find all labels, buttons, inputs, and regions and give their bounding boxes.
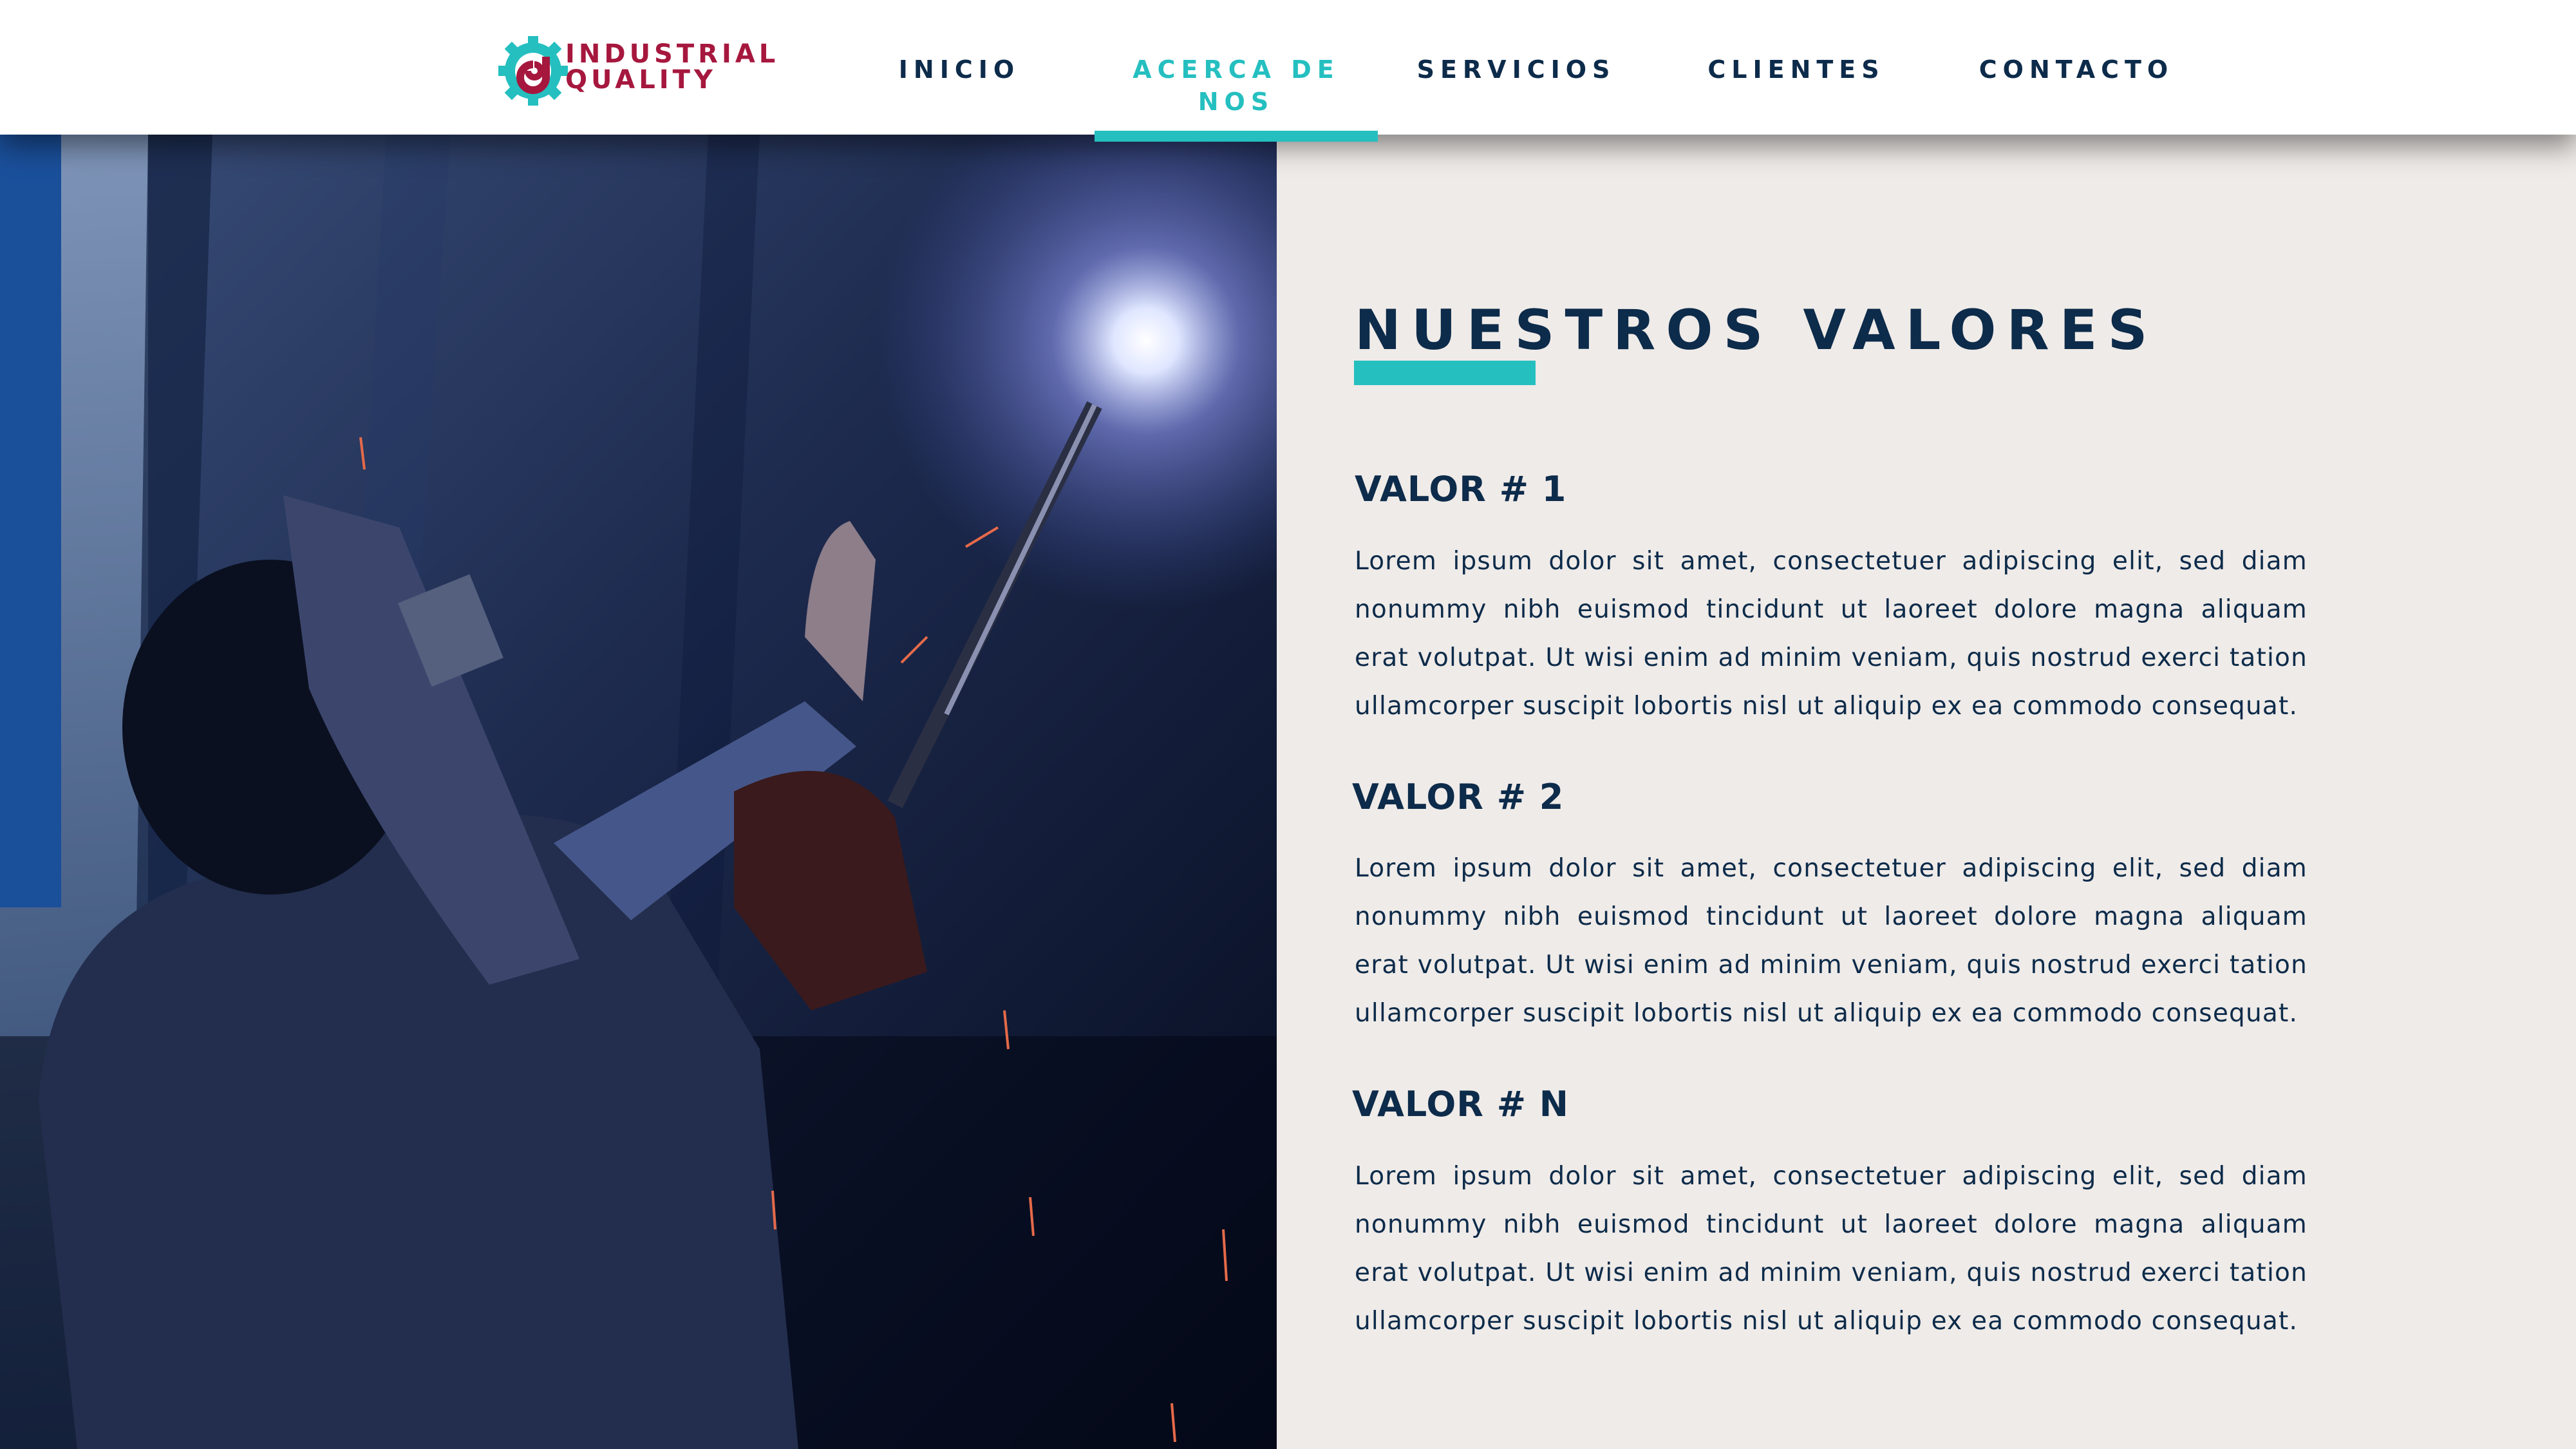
welder-photo	[0, 135, 1277, 1449]
value-title-n: VALOR # N	[1352, 1083, 1569, 1124]
value-text-2: Lorem ipsum dolor sit amet, consectetuer…	[1355, 854, 2308, 1028]
value-text-1: Lorem ipsum dolor sit amet, consectetuer…	[1355, 547, 2308, 721]
brand-line-2: QUALITY	[565, 65, 717, 95]
gear-logo-icon	[498, 36, 568, 106]
nav-item-clientes[interactable]: CLIENTES	[1687, 53, 1906, 86]
value-text-n: Lorem ipsum dolor sit amet, consectetuer…	[1355, 1162, 2308, 1336]
welder-illustration	[0, 135, 1277, 1449]
value-title-2: VALOR # 2	[1352, 776, 1565, 817]
top-navbar: INDUSTRIAL QUALITY INICIO ACERCA DE NOS …	[0, 0, 2576, 135]
brand-line-1: INDUSTRIAL	[565, 39, 780, 69]
nav-item-contacto[interactable]: CONTACTO	[1970, 53, 2183, 86]
title-accent-bar	[1354, 361, 1536, 385]
brand-name: INDUSTRIAL QUALITY	[565, 41, 779, 93]
brand-logo[interactable]: INDUSTRIAL QUALITY	[496, 31, 775, 111]
section-title: NUESTROS VALORES	[1355, 298, 2158, 363]
nav-item-acerca-de-nos[interactable]: ACERCA DE NOS	[1095, 53, 1378, 118]
value-title-1: VALOR # 1	[1355, 468, 1567, 509]
nav-item-servicios[interactable]: SERVICIOS	[1397, 53, 1635, 86]
nav-item-inicio[interactable]: INICIO	[876, 53, 1043, 86]
active-tab-indicator	[1095, 131, 1378, 142]
